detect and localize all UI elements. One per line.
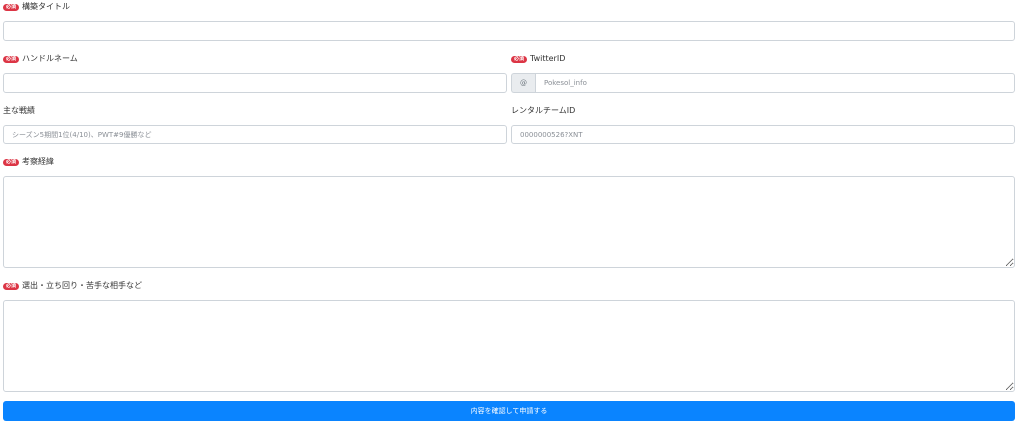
twitter-id-input[interactable]	[535, 73, 1015, 93]
rental-team-id-label: レンタルチームID	[511, 106, 575, 116]
consideration-textarea[interactable]	[3, 176, 1015, 268]
rental-team-id-input[interactable]	[511, 125, 1015, 144]
main-results-label-text: 主な戦績	[3, 106, 35, 115]
at-sign-prefix: @	[511, 73, 535, 93]
build-title-input[interactable]	[3, 21, 1015, 41]
submit-button[interactable]: 内容を確認して申請する	[3, 401, 1015, 421]
selection-textarea[interactable]	[3, 300, 1015, 392]
required-badge: 必須	[511, 55, 528, 63]
twitter-id-label: 必須 TwitterID	[511, 54, 565, 64]
required-badge: 必須	[3, 55, 20, 63]
consideration-label-text: 考察経緯	[22, 157, 55, 166]
handle-name-label: 必須 ハンドルネーム	[3, 54, 78, 64]
consideration-label: 必須 考察経緯	[3, 157, 54, 167]
selection-label-text: 選出・立ち回り・苦手な相手など	[22, 281, 143, 290]
build-title-label: 必須 構築タイトル	[3, 2, 70, 12]
build-submission-form: 必須 構築タイトル 必須 ハンドルネーム 必須 TwitterID @ 主な戦績…	[0, 0, 1024, 425]
selection-label: 必須 選出・立ち回り・苦手な相手など	[3, 281, 142, 291]
main-results-label: 主な戦績	[3, 106, 35, 116]
twitter-id-label-text: TwitterID	[530, 54, 566, 63]
handle-name-input[interactable]	[3, 73, 507, 93]
required-badge: 必須	[3, 282, 20, 290]
build-title-label-text: 構築タイトル	[22, 2, 71, 11]
main-results-input[interactable]	[3, 125, 507, 144]
required-badge: 必須	[3, 3, 20, 11]
handle-name-label-text: ハンドルネーム	[22, 54, 78, 63]
required-badge: 必須	[3, 158, 20, 166]
rental-team-id-label-text: レンタルチームID	[511, 106, 576, 115]
